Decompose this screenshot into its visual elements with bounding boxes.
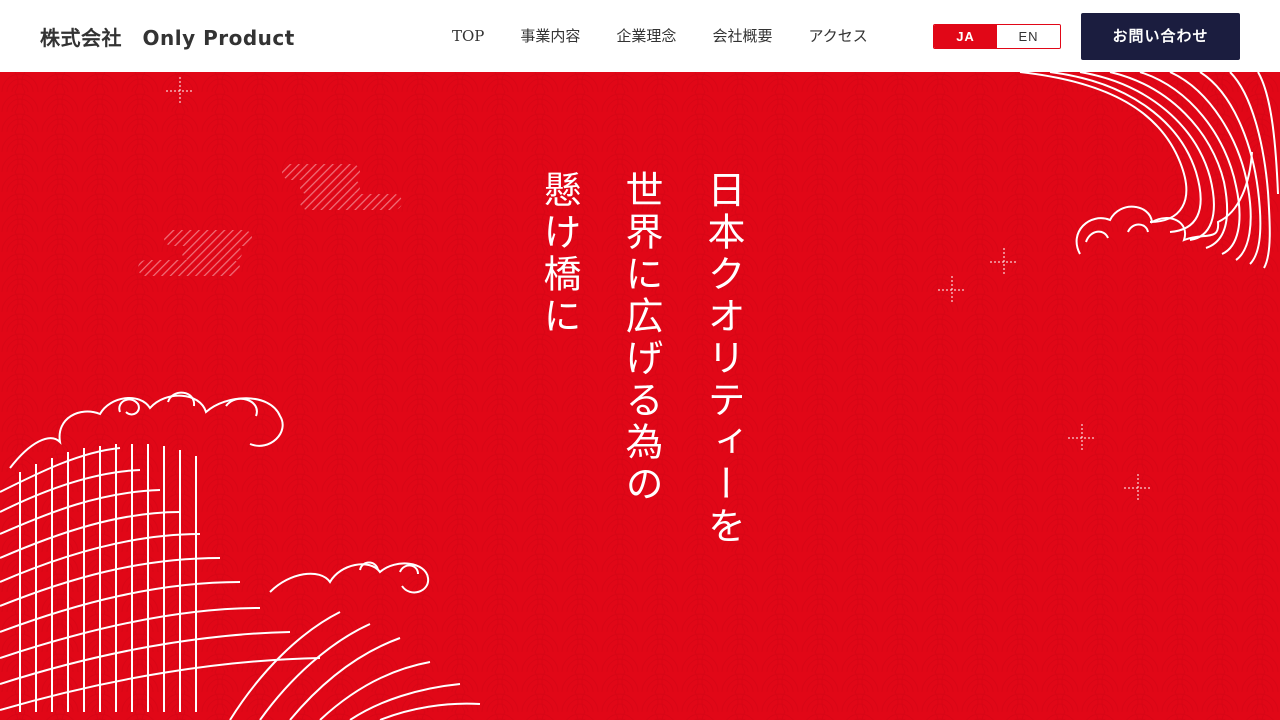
nav-item-top[interactable]: TOP xyxy=(452,26,484,46)
nav-item-business[interactable]: 事業内容 xyxy=(520,26,580,46)
nav-item-philosophy[interactable]: 企業理念 xyxy=(616,26,676,46)
catchcopy-line-1: 日本クオリティーを xyxy=(701,170,745,548)
hero-section: 日本クオリティーを 世界に広げる為の 懸け橋に xyxy=(0,72,1280,720)
lang-ja-button[interactable]: JA xyxy=(934,25,997,48)
nav-item-company[interactable]: 会社概要 xyxy=(712,26,772,46)
language-switcher: JA EN xyxy=(933,24,1061,49)
hero-catchcopy: 日本クオリティーを 世界に広げる為の 懸け橋に xyxy=(537,170,745,548)
contact-button[interactable]: お問い合わせ xyxy=(1081,13,1240,60)
company-logo[interactable]: 株式会社 Only Product xyxy=(40,22,295,51)
catchcopy-line-3: 懸け橋に xyxy=(537,170,581,338)
catchcopy-line-2: 世界に広げる為の xyxy=(619,170,663,506)
lang-en-button[interactable]: EN xyxy=(997,25,1060,48)
main-nav: TOP 事業内容 企業理念 会社概要 アクセス xyxy=(452,26,904,46)
site-header: 株式会社 Only Product TOP 事業内容 企業理念 会社概要 アクセ… xyxy=(0,0,1280,72)
nav-item-access[interactable]: アクセス xyxy=(808,26,867,46)
